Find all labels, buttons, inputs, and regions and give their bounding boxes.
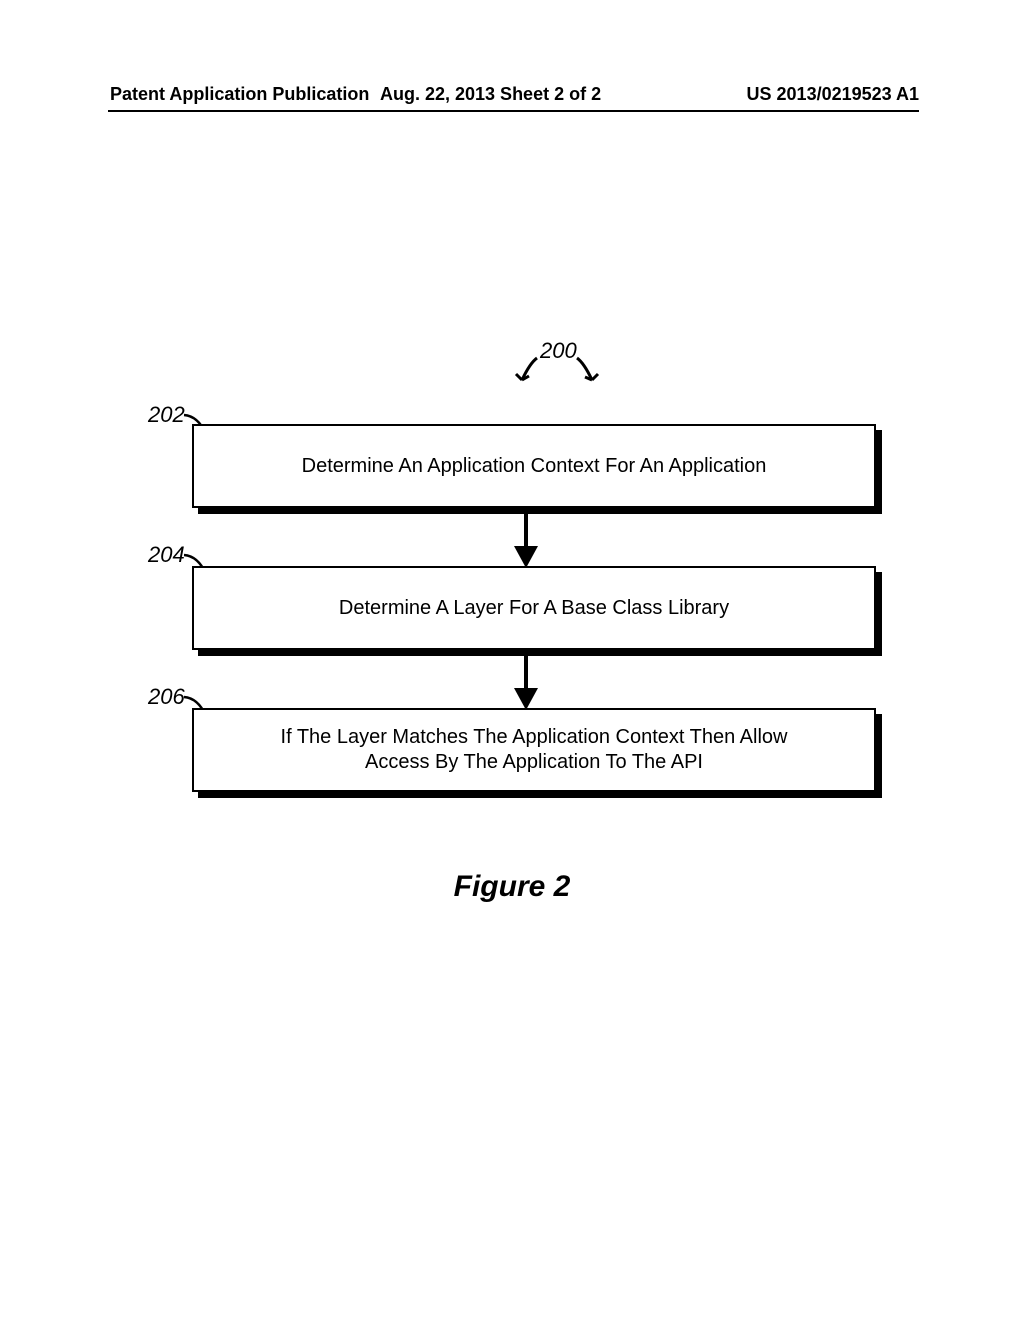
header-right-text: US 2013/0219523 A1 [747, 84, 919, 105]
reference-numeral-204: 204 [148, 542, 185, 568]
arrow-204-to-206-head-icon [514, 688, 538, 710]
header-mid-text: Aug. 22, 2013 Sheet 2 of 2 [380, 84, 601, 105]
header-rule [108, 110, 919, 112]
figure-caption: Figure 2 [0, 870, 1024, 904]
flow-step-206-text-line2: Access By The Application To The API [365, 750, 703, 775]
flow-step-206-text-line1: If The Layer Matches The Application Con… [281, 725, 788, 750]
reference-numeral-206: 206 [148, 684, 185, 710]
flow-step-206: If The Layer Matches The Application Con… [192, 708, 876, 792]
flow-step-202-text: Determine An Application Context For An … [302, 454, 767, 479]
flow-step-204: Determine A Layer For A Base Class Libra… [192, 566, 876, 650]
arrow-202-to-204-shaft [524, 512, 528, 548]
flow-step-204-text: Determine A Layer For A Base Class Libra… [339, 596, 729, 621]
header-left-text: Patent Application Publication [110, 84, 369, 105]
leader-arrows-200-icon [492, 348, 612, 396]
flow-step-202: Determine An Application Context For An … [192, 424, 876, 508]
arrow-204-to-206-shaft [524, 654, 528, 690]
page: Patent Application Publication Aug. 22, … [0, 0, 1024, 1320]
arrow-202-to-204-head-icon [514, 546, 538, 568]
reference-numeral-202: 202 [148, 402, 185, 428]
